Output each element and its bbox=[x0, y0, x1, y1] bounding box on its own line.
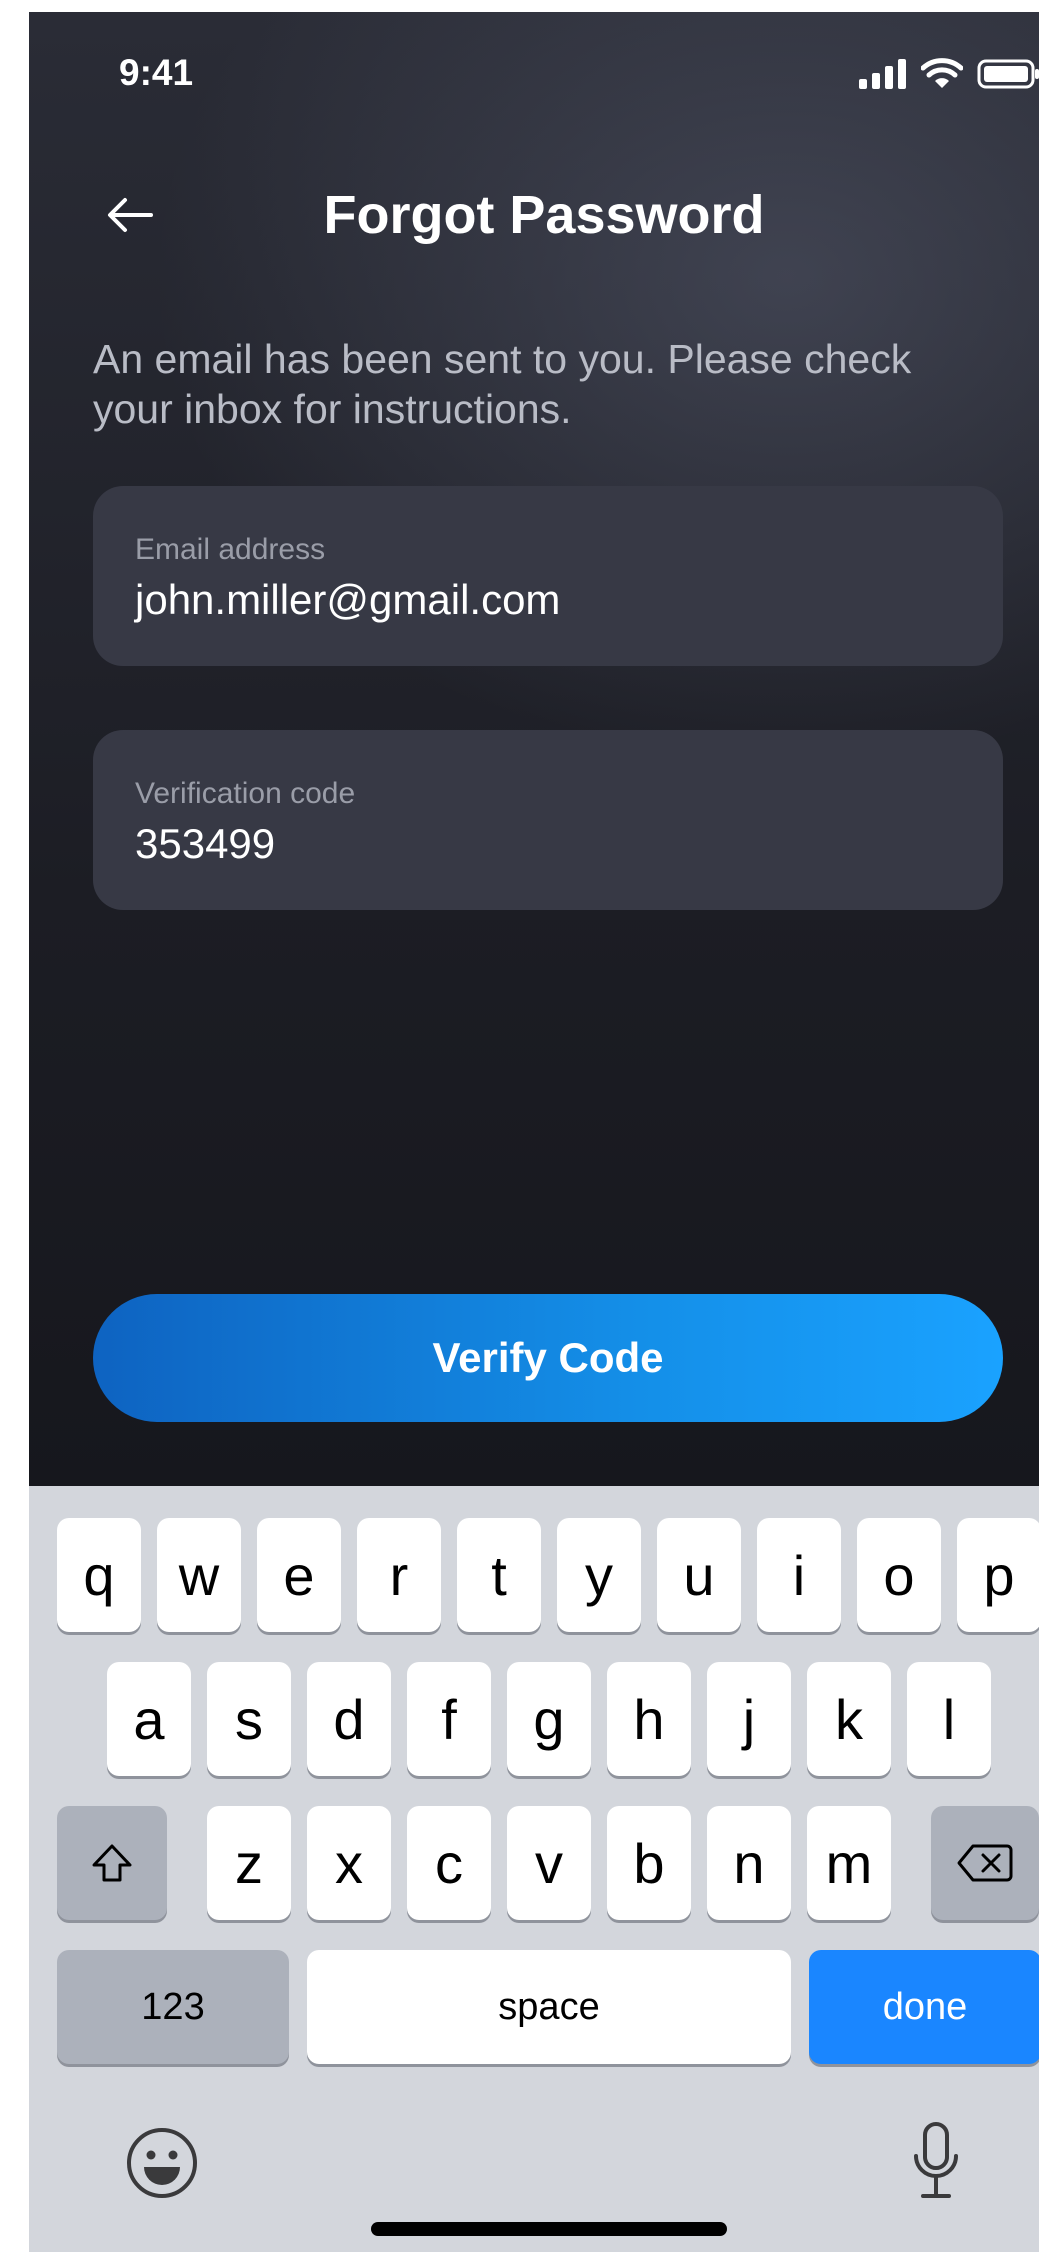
key-w[interactable]: w bbox=[157, 1518, 241, 1632]
verification-code-label: Verification code bbox=[135, 777, 356, 810]
key-i[interactable]: i bbox=[757, 1518, 841, 1632]
email-input[interactable]: john.miller@gmail.com bbox=[135, 572, 955, 628]
key-h[interactable]: h bbox=[607, 1662, 691, 1776]
key-p[interactable]: p bbox=[957, 1518, 1039, 1632]
key-c[interactable]: c bbox=[407, 1806, 491, 1920]
key-k[interactable]: k bbox=[807, 1662, 891, 1776]
microphone-icon[interactable] bbox=[911, 2120, 961, 2209]
backspace-icon bbox=[957, 1831, 1013, 1896]
shift-key[interactable] bbox=[57, 1806, 167, 1920]
keyboard: q w e r t y u i o p a s d f g h j k l z … bbox=[29, 1486, 1039, 2252]
key-n[interactable]: n bbox=[707, 1806, 791, 1920]
verification-code-input[interactable]: 353499 bbox=[135, 816, 955, 872]
battery-icon bbox=[977, 59, 1039, 89]
done-key[interactable]: done bbox=[809, 1950, 1039, 2064]
key-l[interactable]: l bbox=[907, 1662, 991, 1776]
backspace-key[interactable] bbox=[931, 1806, 1039, 1920]
instructions-text: An email has been sent to you. Please ch… bbox=[93, 336, 912, 432]
emoji-icon[interactable] bbox=[125, 2126, 199, 2205]
key-v[interactable]: v bbox=[507, 1806, 591, 1920]
key-d[interactable]: d bbox=[307, 1662, 391, 1776]
key-u[interactable]: u bbox=[657, 1518, 741, 1632]
key-t[interactable]: t bbox=[457, 1518, 541, 1632]
key-a[interactable]: a bbox=[107, 1662, 191, 1776]
status-time: 9:41 bbox=[119, 52, 194, 93]
home-indicator[interactable] bbox=[371, 2222, 727, 2236]
key-b[interactable]: b bbox=[607, 1806, 691, 1920]
status-icons bbox=[859, 58, 1039, 90]
key-y[interactable]: y bbox=[557, 1518, 641, 1632]
key-g[interactable]: g bbox=[507, 1662, 591, 1776]
wifi-icon bbox=[921, 58, 963, 90]
shift-icon bbox=[90, 1831, 134, 1896]
key-f[interactable]: f bbox=[407, 1662, 491, 1776]
key-o[interactable]: o bbox=[857, 1518, 941, 1632]
key-z[interactable]: z bbox=[207, 1806, 291, 1920]
key-x[interactable]: x bbox=[307, 1806, 391, 1920]
phone-screen: 9:41 Forgot Password An email has been s… bbox=[29, 12, 1039, 2252]
key-r[interactable]: r bbox=[357, 1518, 441, 1632]
verification-code-field[interactable]: Verification code 353499 bbox=[93, 730, 1003, 910]
numbers-key[interactable]: 123 bbox=[57, 1950, 289, 2064]
key-m[interactable]: m bbox=[807, 1806, 891, 1920]
email-field-label: Email address bbox=[135, 533, 326, 566]
email-field[interactable]: Email address john.miller@gmail.com bbox=[93, 486, 1003, 666]
key-e[interactable]: e bbox=[257, 1518, 341, 1632]
key-q[interactable]: q bbox=[57, 1518, 141, 1632]
forgot-password-screen: 9:41 Forgot Password An email has been s… bbox=[29, 12, 1039, 1486]
space-key[interactable]: space bbox=[307, 1950, 791, 2064]
page-title: Forgot Password bbox=[323, 185, 765, 245]
key-s[interactable]: s bbox=[207, 1662, 291, 1776]
key-j[interactable]: j bbox=[707, 1662, 791, 1776]
signal-icon bbox=[859, 59, 907, 89]
verify-code-button[interactable]: Verify Code bbox=[93, 1294, 1003, 1422]
